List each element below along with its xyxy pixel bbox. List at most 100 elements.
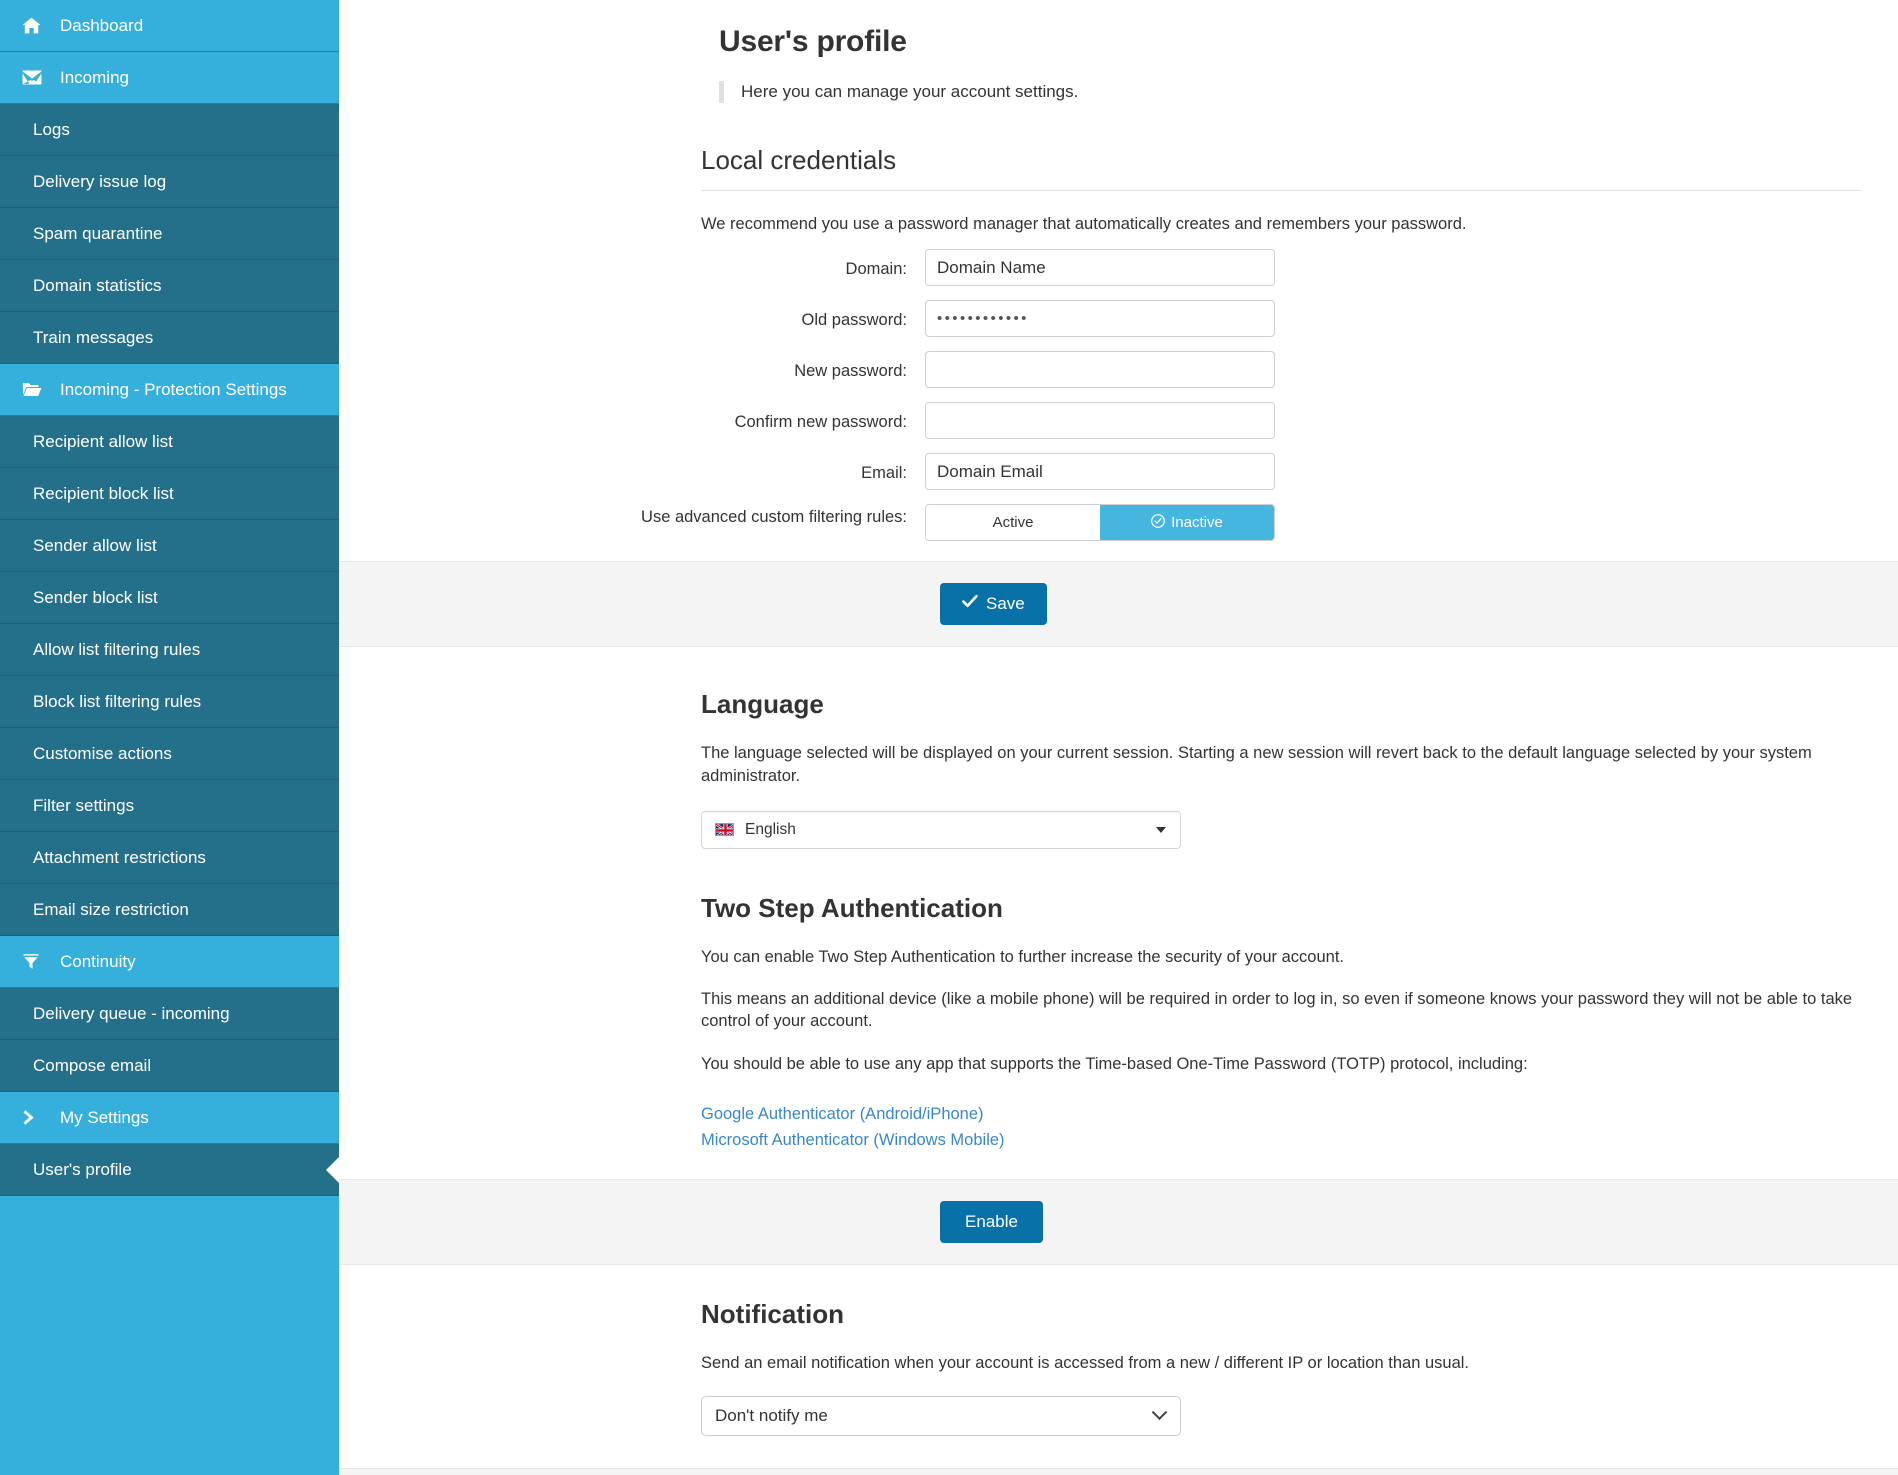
notification-select[interactable]: Don't notify me (701, 1396, 1181, 1437)
sidebar-item-my-settings[interactable]: My Settings (0, 1092, 339, 1144)
funnel-icon (22, 953, 56, 970)
language-select[interactable]: English (701, 810, 1181, 849)
language-selected-label: English (745, 820, 796, 838)
language-description: The language selected will be displayed … (701, 744, 1812, 785)
sidebar-item-delivery-issue-log[interactable]: Delivery issue log (0, 156, 339, 208)
sidebar-item-label: Attachment restrictions (33, 847, 206, 867)
sidebar-item-label: Logs (33, 119, 70, 139)
save-credentials-button[interactable]: Save (940, 583, 1047, 626)
old-password-label: Old password: (801, 311, 907, 330)
sidebar-item-email-size-restriction[interactable]: Email size restriction (0, 884, 339, 936)
new-password-input[interactable] (925, 351, 1275, 389)
new-password-row: New password: (339, 351, 1898, 389)
credentials-save-bar: Save (339, 561, 1898, 648)
sidebar-item-label: Dashboard (60, 15, 144, 35)
chevron-down-icon (1156, 826, 1166, 833)
sidebar-item-users-profile[interactable]: User's profile (0, 1144, 339, 1196)
notification-save-bar: Save (339, 1468, 1898, 1475)
sidebar-item-label: Sender allow list (33, 535, 157, 555)
sidebar-item-sender-allow-list[interactable]: Sender allow list (0, 520, 339, 572)
chevron-down-icon (1151, 1404, 1168, 1420)
uk-flag-icon (715, 823, 734, 837)
sidebar-item-filter-settings[interactable]: Filter settings (0, 780, 339, 832)
sidebar-item-label: Train messages (33, 327, 154, 347)
confirm-password-row: Confirm new password: (339, 402, 1898, 440)
two-step-p2: This means an additional device (like a … (701, 990, 1853, 1031)
sidebar-item-label: My Settings (60, 1107, 149, 1127)
two-step-enable-bar: Enable (339, 1179, 1898, 1266)
page-subtitle-block: Here you can manage your account setting… (719, 81, 1898, 104)
email-row: Email: (339, 453, 1898, 491)
sidebar-item-continuity[interactable]: Continuity (0, 936, 339, 988)
chevron-right-icon (22, 1109, 56, 1126)
sidebar-item-label: Recipient block list (33, 483, 174, 503)
sidebar-item-label: Sender block list (33, 587, 158, 607)
save-credentials-label: Save (986, 594, 1025, 614)
folder-icon (22, 382, 56, 397)
sidebar-item-label: Compose email (33, 1055, 152, 1075)
sidebar-item-delivery-queue-incoming[interactable]: Delivery queue - incoming (0, 988, 339, 1040)
toggle-active-option[interactable]: Active (926, 505, 1100, 541)
sidebar-item-label: Filter settings (33, 795, 135, 815)
sidebar-item-allow-list-filtering-rules[interactable]: Allow list filtering rules (0, 624, 339, 676)
app-root: Dashboard Incoming Logs Delivery issue log S… (0, 0, 1898, 1475)
old-password-input[interactable]: •••••••••••• (925, 300, 1275, 338)
sidebar-item-customise-actions[interactable]: Customise actions (0, 728, 339, 780)
sidebar-item-label: Incoming (60, 67, 129, 87)
home-icon (22, 17, 56, 34)
toggle-active-label: Active (992, 514, 1034, 532)
domain-label: Domain: (845, 260, 907, 279)
sidebar-item-logs[interactable]: Logs (0, 104, 339, 156)
sidebar-item-incoming[interactable]: Incoming (0, 52, 339, 104)
sidebar-item-label: Recipient allow list (33, 431, 173, 451)
local-credentials-lead: We recommend you use a password manager … (701, 215, 1467, 234)
two-step-heading: Two Step Authentication (701, 892, 1003, 923)
sidebar-item-label: Incoming - Protection Settings (60, 379, 287, 399)
active-indicator-arrow (326, 1156, 339, 1183)
advanced-rules-row: Use advanced custom filtering rules: Act… (339, 504, 1898, 542)
sidebar-item-recipient-allow-list[interactable]: Recipient allow list (0, 416, 339, 468)
email-input[interactable] (925, 453, 1275, 491)
sidebar-item-label: User's profile (33, 1159, 132, 1179)
sidebar-item-label: Delivery issue log (33, 171, 167, 191)
notification-description: Send an email notification when your acc… (701, 1354, 1469, 1373)
google-authenticator-link[interactable]: Google Authenticator (Android/iPhone) (701, 1101, 1898, 1127)
domain-row: Domain: (339, 249, 1898, 287)
sidebar-item-label: Block list filtering rules (33, 691, 202, 711)
toggle-inactive-option[interactable]: Inactive (1100, 505, 1274, 541)
sidebar-item-spam-quarantine[interactable]: Spam quarantine (0, 208, 339, 260)
local-credentials-heading: Local credentials (701, 145, 1862, 192)
sidebar-item-sender-block-list[interactable]: Sender block list (0, 572, 339, 624)
authenticator-links: Google Authenticator (Android/iPhone) Mi… (701, 1101, 1898, 1153)
sidebar-item-dashboard[interactable]: Dashboard (0, 0, 339, 52)
two-step-p3: You should be able to use any app that s… (701, 1054, 1528, 1073)
sidebar-item-recipient-block-list[interactable]: Recipient block list (0, 468, 339, 520)
sidebar-item-label: Continuity (60, 951, 136, 971)
sidebar-item-domain-statistics[interactable]: Domain statistics (0, 260, 339, 312)
sidebar-item-label: Email size restriction (33, 899, 189, 919)
check-circle-icon (1151, 513, 1171, 532)
sidebar-item-label: Delivery queue - incoming (33, 1003, 230, 1023)
confirm-password-input[interactable] (925, 402, 1275, 440)
domain-input[interactable] (925, 249, 1275, 287)
sidebar-item-incoming-protection-settings[interactable]: Incoming - Protection Settings (0, 364, 339, 416)
confirm-password-label: Confirm new password: (734, 413, 907, 432)
sidebar-item-label: Domain statistics (33, 275, 162, 295)
sidebar-item-block-list-filtering-rules[interactable]: Block list filtering rules (0, 676, 339, 728)
sidebar-item-label: Spam quarantine (33, 223, 163, 243)
notification-selected-label: Don't notify me (715, 1406, 828, 1426)
microsoft-authenticator-link[interactable]: Microsoft Authenticator (Windows Mobile) (701, 1127, 1898, 1153)
local-credentials-form: Domain: Old password: •••••••••••• New p… (339, 249, 1898, 561)
advanced-rules-toggle: Active Inactive (925, 504, 1275, 542)
sidebar-item-train-messages[interactable]: Train messages (0, 312, 339, 364)
old-password-row: Old password: •••••••••••• (339, 300, 1898, 338)
main-content: User's profile Here you can manage your … (339, 0, 1898, 1475)
envelope-icon (22, 70, 56, 85)
page-subtitle: Here you can manage your account setting… (741, 82, 1079, 101)
sidebar-item-attachment-restrictions[interactable]: Attachment restrictions (0, 832, 339, 884)
new-password-label: New password: (794, 362, 907, 381)
enable-two-step-button[interactable]: Enable (940, 1201, 1043, 1244)
sidebar-item-label: Customise actions (33, 743, 172, 763)
advanced-rules-label: Use advanced custom filtering rules: (641, 508, 907, 527)
sidebar-item-compose-email[interactable]: Compose email (0, 1040, 339, 1092)
